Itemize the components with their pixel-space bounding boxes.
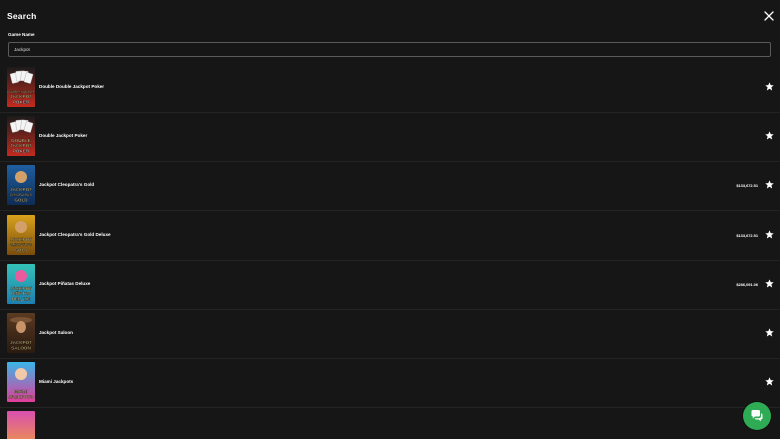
favorite-button[interactable] (765, 180, 774, 189)
game-thumbnail[interactable]: JACKPOT PIÑATAS DELUXE (7, 263, 35, 304)
star-icon (765, 328, 774, 337)
game-row[interactable]: MIAMI JACKPOTS Miami Jackpots (0, 358, 780, 409)
game-thumbnail[interactable]: JACKPOT SALOON (7, 313, 35, 353)
chat-icon (751, 410, 763, 422)
svg-text:GOLD: GOLD (14, 247, 28, 252)
game-thumbnail[interactable]: DOUBLE JACKPOT POKER (7, 116, 35, 157)
game-name[interactable]: Jackpot Saloon (39, 330, 73, 335)
favorite-button[interactable] (765, 131, 774, 140)
game-thumbnail[interactable]: DOUBLE DOUBLE JACKPOT POKER (7, 67, 35, 107)
page-title: Search (7, 11, 37, 21)
game-name[interactable]: Jackpot Cleopatra's Gold Deluxe (39, 232, 111, 237)
game-row[interactable]: JACKPOT PIÑATAS DELUXE Jackpot Piñatas Delu… (0, 260, 780, 310)
game-thumbnail[interactable] (7, 411, 35, 439)
jackpot-amount: $286,091.06 (736, 281, 758, 287)
svg-text:JACKPOT: JACKPOT (10, 236, 32, 241)
star-icon (765, 180, 774, 189)
game-name[interactable]: Double Double Jackpot Poker (39, 84, 104, 89)
star-icon (765, 229, 774, 239)
chat-button[interactable] (743, 402, 771, 430)
game-row[interactable] (0, 407, 780, 439)
search-input[interactable]: Jackpot (8, 42, 771, 57)
game-row[interactable]: DOUBLE JACKPOT POKER Double Jackpot Poker (0, 112, 780, 163)
game-name[interactable]: Jackpot Cleopatra's Gold (39, 182, 94, 187)
game-thumbnail[interactable]: JACKPOT CLEOPATRA'S GOLD (7, 214, 35, 255)
star-icon (765, 131, 774, 140)
jackpot-amount: $133,672.51 (736, 232, 758, 238)
star-icon (765, 377, 774, 386)
svg-text:GOLD: GOLD (14, 198, 28, 203)
game-name[interactable]: Jackpot Piñatas Deluxe (39, 281, 90, 286)
results-list: DOUBLE DOUBLE JACKPOT POKER Double Double J… (0, 63, 780, 439)
svg-text:JACKPOT: JACKPOT (10, 187, 32, 192)
game-row[interactable]: JACKPOT CLEOPATRA'S GOLD Jackpot Cleopatra'… (0, 211, 780, 261)
svg-text:POKER: POKER (13, 99, 30, 104)
favorite-button[interactable] (765, 229, 774, 239)
favorite-button[interactable] (765, 82, 774, 91)
svg-text:JACKPOTS: JACKPOTS (8, 394, 33, 399)
favorite-button[interactable] (765, 328, 774, 337)
favorite-button[interactable] (765, 279, 774, 288)
search-header: Search (0, 0, 780, 32)
jackpot-amount: $133,672.51 (736, 183, 758, 189)
close-icon (764, 11, 774, 21)
svg-text:POKER: POKER (13, 148, 30, 153)
close-button[interactable] (764, 11, 774, 21)
svg-text:DELUXE: DELUXE (12, 296, 31, 301)
svg-text:PIÑATAS: PIÑATAS (11, 290, 30, 296)
game-row[interactable]: DOUBLE DOUBLE JACKPOT POKER Double Double J… (0, 63, 780, 113)
game-name-label: Game Name (8, 32, 35, 37)
game-row[interactable]: JACKPOT SALOON Jackpot Saloon (0, 309, 780, 359)
game-row[interactable]: JACKPOT CLEOPATRA'S GOLD Jackpot Cleopatra'… (0, 161, 780, 212)
favorite-button[interactable] (765, 377, 774, 386)
star-icon (765, 279, 774, 288)
star-icon (765, 82, 774, 91)
game-thumbnail[interactable]: JACKPOT CLEOPATRA'S GOLD (7, 165, 35, 206)
game-thumbnail[interactable]: MIAMI JACKPOTS (7, 362, 35, 403)
game-name[interactable]: Miami Jackpots (39, 379, 73, 384)
svg-text:SALOON: SALOON (11, 345, 31, 350)
game-name[interactable]: Double Jackpot Poker (39, 133, 87, 138)
